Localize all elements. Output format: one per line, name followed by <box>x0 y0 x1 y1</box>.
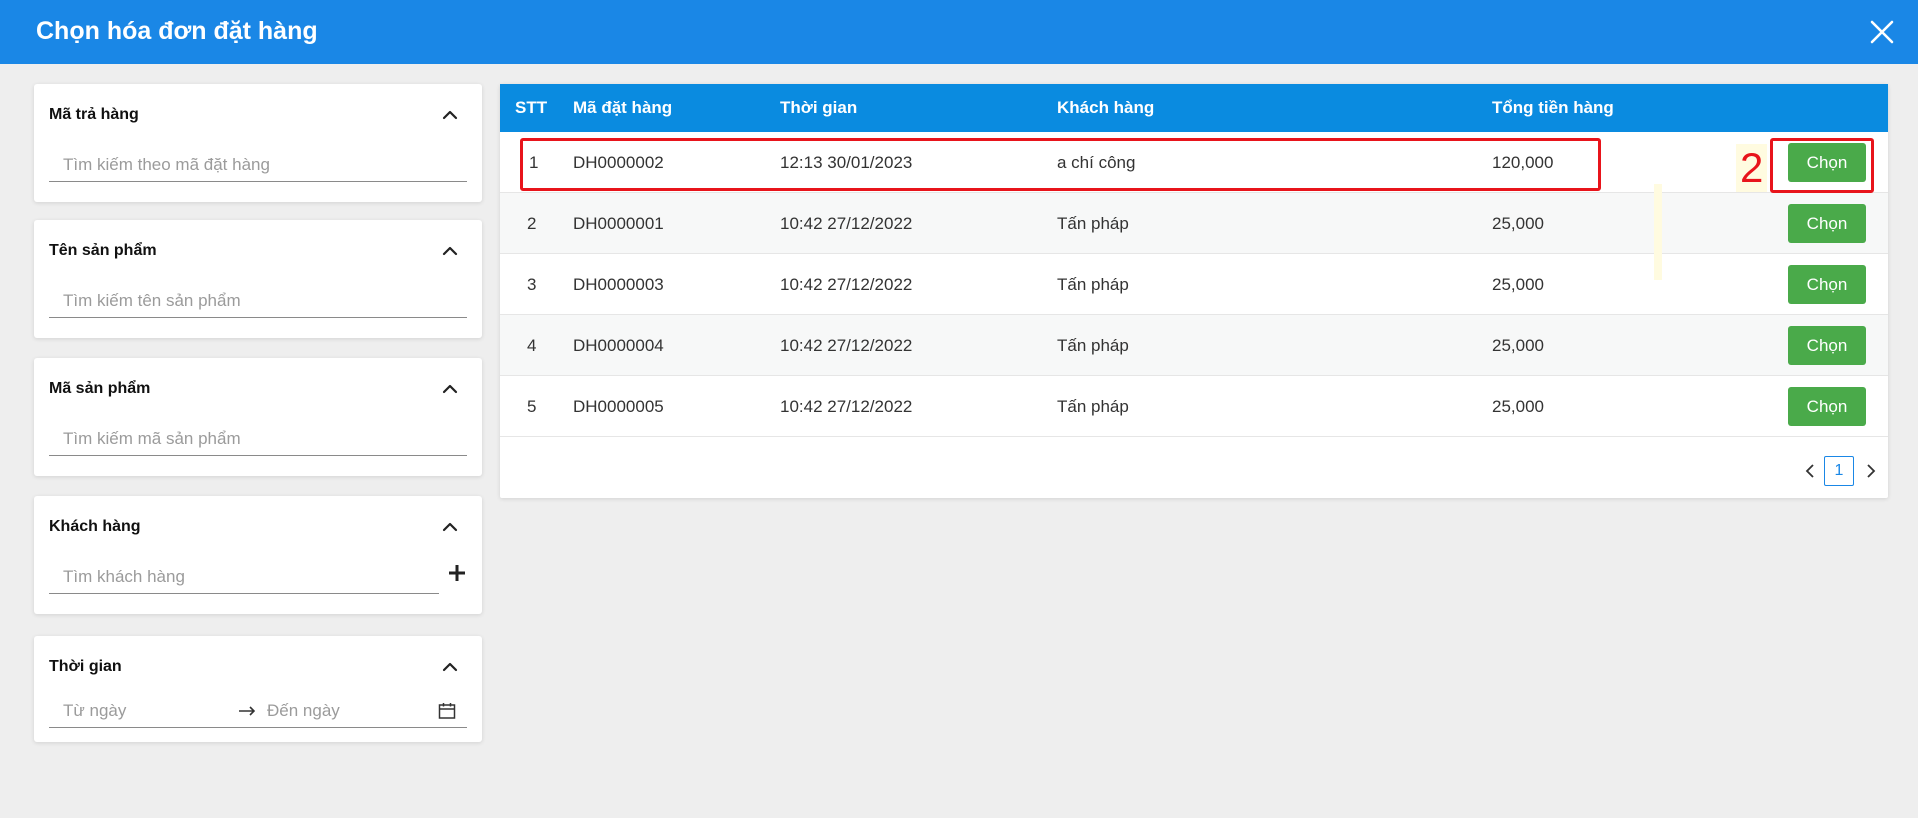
cell-total: 25,000 <box>1492 275 1544 294</box>
cell-customer: Tấn pháp <box>1057 214 1129 233</box>
filter-panel-return-code: Mã trả hàng <box>34 84 482 202</box>
table-row: 2 DH0000001 10:42 27/12/2022 Tấn pháp 25… <box>500 193 1888 254</box>
column-header-total: Tổng tiền hàng <box>1492 98 1614 117</box>
cell-time: 10:42 27/12/2022 <box>780 214 913 233</box>
filter-title: Khách hàng <box>49 518 141 535</box>
collapse-button[interactable] <box>439 516 461 538</box>
table-row: 3 DH0000003 10:42 27/12/2022 Tấn pháp 25… <box>500 254 1888 315</box>
highlight-mark <box>1654 184 1662 280</box>
date-to-input[interactable] <box>267 696 417 726</box>
chevron-right-icon[interactable] <box>1863 462 1879 480</box>
table-row: 4 DH0000004 10:42 27/12/2022 Tấn pháp 25… <box>500 315 1888 376</box>
filter-title: Mã sản phẩm <box>49 380 151 397</box>
orders-table: STT Mã đặt hàng Thời gian Khách hàng Tổn… <box>500 84 1888 498</box>
collapse-button[interactable] <box>439 656 461 678</box>
filter-title: Tên sản phẩm <box>49 242 157 259</box>
cell-total: 25,000 <box>1492 336 1544 355</box>
column-header-stt: STT <box>515 98 548 117</box>
chevron-up-icon <box>442 246 458 256</box>
cell-stt: 4 <box>527 336 537 355</box>
calendar-icon[interactable] <box>437 701 457 721</box>
column-header-customer: Khách hàng <box>1057 98 1155 117</box>
plus-icon <box>449 565 465 581</box>
date-from-input[interactable] <box>63 696 213 726</box>
cell-code: DH0000005 <box>573 397 664 416</box>
dialog-title: Chọn hóa đơn đặt hàng <box>36 17 318 45</box>
return-code-input[interactable] <box>49 148 467 181</box>
close-icon <box>1870 20 1894 44</box>
add-customer-button[interactable] <box>446 562 468 584</box>
column-header-code: Mã đặt hàng <box>573 98 673 117</box>
chevron-up-icon <box>442 384 458 394</box>
chevron-up-icon <box>442 110 458 120</box>
cell-time: 10:42 27/12/2022 <box>780 275 913 294</box>
filter-title: Mã trả hàng <box>49 106 139 123</box>
customer-input[interactable] <box>49 560 439 593</box>
cell-total: 25,000 <box>1492 397 1544 416</box>
cell-customer: Tấn pháp <box>1057 397 1129 416</box>
select-button[interactable]: Chọn <box>1788 326 1866 365</box>
collapse-button[interactable] <box>439 104 461 126</box>
dialog-header: Chọn hóa đơn đặt hàng <box>0 0 1918 64</box>
cell-code: DH0000002 <box>573 153 664 172</box>
search-field <box>49 284 467 318</box>
collapse-button[interactable] <box>439 240 461 262</box>
filter-panel-time: Thời gian <box>34 636 482 742</box>
date-range-picker <box>49 696 467 728</box>
page-number[interactable]: 1 <box>1824 456 1854 486</box>
filter-panel-customer: Khách hàng <box>34 496 482 614</box>
cell-total: 120,000 <box>1492 153 1554 172</box>
cell-stt: 5 <box>527 397 537 416</box>
cell-code: DH0000001 <box>573 214 664 233</box>
select-button[interactable]: Chọn <box>1788 143 1866 182</box>
chevron-left-icon[interactable] <box>1802 462 1818 480</box>
table-row: 5 DH0000005 10:42 27/12/2022 Tấn pháp 25… <box>500 376 1888 437</box>
select-button[interactable]: Chọn <box>1788 265 1866 304</box>
search-field <box>49 560 439 594</box>
cell-customer: a chí công <box>1057 153 1136 172</box>
chevron-up-icon <box>442 522 458 532</box>
cell-code: DH0000003 <box>573 275 664 294</box>
search-field <box>49 148 467 182</box>
search-field <box>49 422 467 456</box>
filter-panel-product-name: Tên sản phẩm <box>34 220 482 338</box>
arrow-right-icon <box>239 706 256 716</box>
collapse-button[interactable] <box>439 378 461 400</box>
cell-time: 10:42 27/12/2022 <box>780 397 913 416</box>
chevron-up-icon <box>442 662 458 672</box>
close-button[interactable] <box>1864 14 1900 50</box>
product-code-input[interactable] <box>49 422 467 455</box>
cell-time: 10:42 27/12/2022 <box>780 336 913 355</box>
cell-code: DH0000004 <box>573 336 664 355</box>
cell-stt: 1 <box>529 153 539 172</box>
cell-total: 25,000 <box>1492 214 1544 233</box>
select-button[interactable]: Chọn <box>1788 387 1866 426</box>
column-header-time: Thời gian <box>780 98 858 117</box>
select-button[interactable]: Chọn <box>1788 204 1866 243</box>
cell-time: 12:13 30/01/2023 <box>780 153 913 172</box>
cell-customer: Tấn pháp <box>1057 275 1129 294</box>
table-header: STT Mã đặt hàng Thời gian Khách hàng Tổn… <box>500 84 1888 132</box>
filter-title: Thời gian <box>49 658 122 675</box>
filter-panel-product-code: Mã sản phẩm <box>34 358 482 476</box>
annotation-step-number: 2 <box>1736 144 1768 192</box>
cell-stt: 2 <box>527 214 537 233</box>
cell-stt: 3 <box>527 275 537 294</box>
product-name-input[interactable] <box>49 284 467 317</box>
cell-customer: Tấn pháp <box>1057 336 1129 355</box>
table-row: 1 DH0000002 12:13 30/01/2023 a chí công … <box>500 132 1888 193</box>
